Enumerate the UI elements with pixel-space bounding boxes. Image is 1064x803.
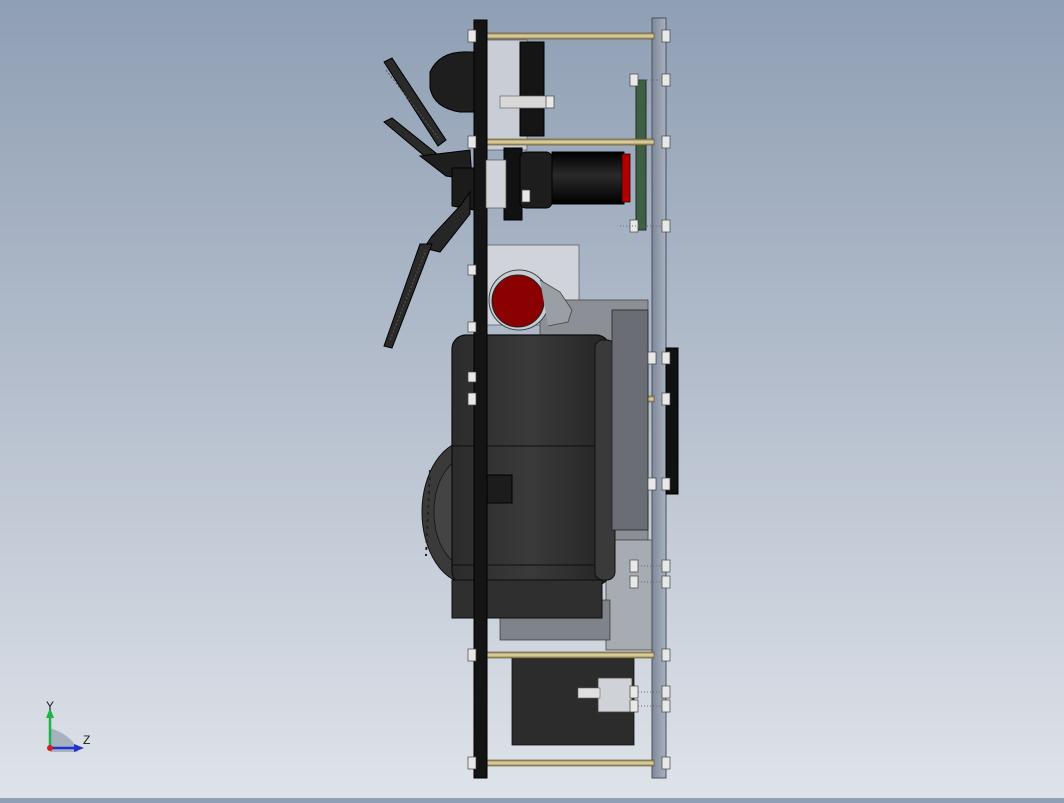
x-axis-dot [47, 745, 53, 751]
robot-side-view [383, 17, 679, 779]
cad-viewport[interactable]: Y Z [0, 0, 1064, 798]
dc-motor [485, 147, 631, 221]
y-axis-label: Y [46, 699, 55, 713]
pcb-board [635, 79, 647, 231]
right-black-block [665, 347, 679, 495]
z-axis-label: Z [83, 733, 91, 747]
